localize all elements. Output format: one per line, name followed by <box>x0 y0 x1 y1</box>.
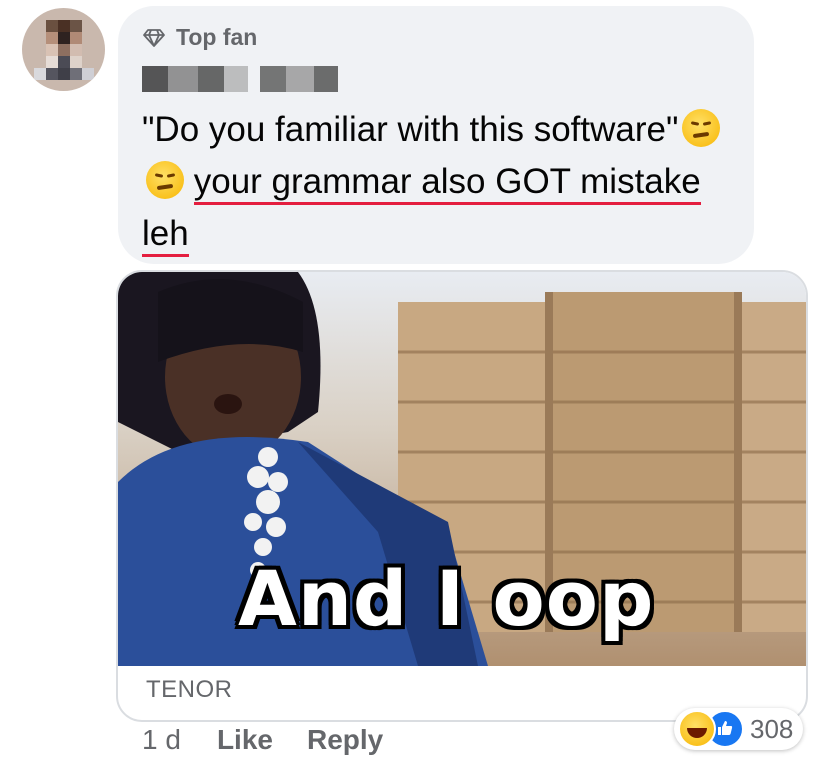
diamond-icon <box>143 28 165 47</box>
commenter-name[interactable] <box>142 66 338 92</box>
reply-button[interactable]: Reply <box>307 724 383 756</box>
gif-caption: And I oop <box>238 554 655 643</box>
comment-quote: "Do you familiar with this software" <box>142 110 679 149</box>
top-fan-label: Top fan <box>176 24 258 50</box>
gif-image[interactable]: And I oop <box>118 272 806 666</box>
gif-provider-label[interactable]: TENOR <box>146 676 233 704</box>
comment-underlined-text: your grammar also GOT mistake leh <box>142 162 701 257</box>
comment-timestamp[interactable]: 1 d <box>142 724 181 756</box>
comment-actions: 1 d Like Reply <box>142 724 417 756</box>
haha-icon <box>678 710 716 748</box>
avatar[interactable] <box>22 8 105 91</box>
woozy-face-icon <box>682 109 721 147</box>
reaction-count: 308 <box>750 713 794 744</box>
reactions-summary[interactable]: 308 <box>674 708 804 750</box>
comment-text: "Do you familiar with this software" you… <box>142 104 742 260</box>
gif-attachment[interactable]: And I oop TENOR <box>116 270 808 722</box>
like-button[interactable]: Like <box>217 724 273 756</box>
top-fan-badge: Top fan <box>142 24 257 51</box>
woozy-face-icon <box>146 161 184 199</box>
